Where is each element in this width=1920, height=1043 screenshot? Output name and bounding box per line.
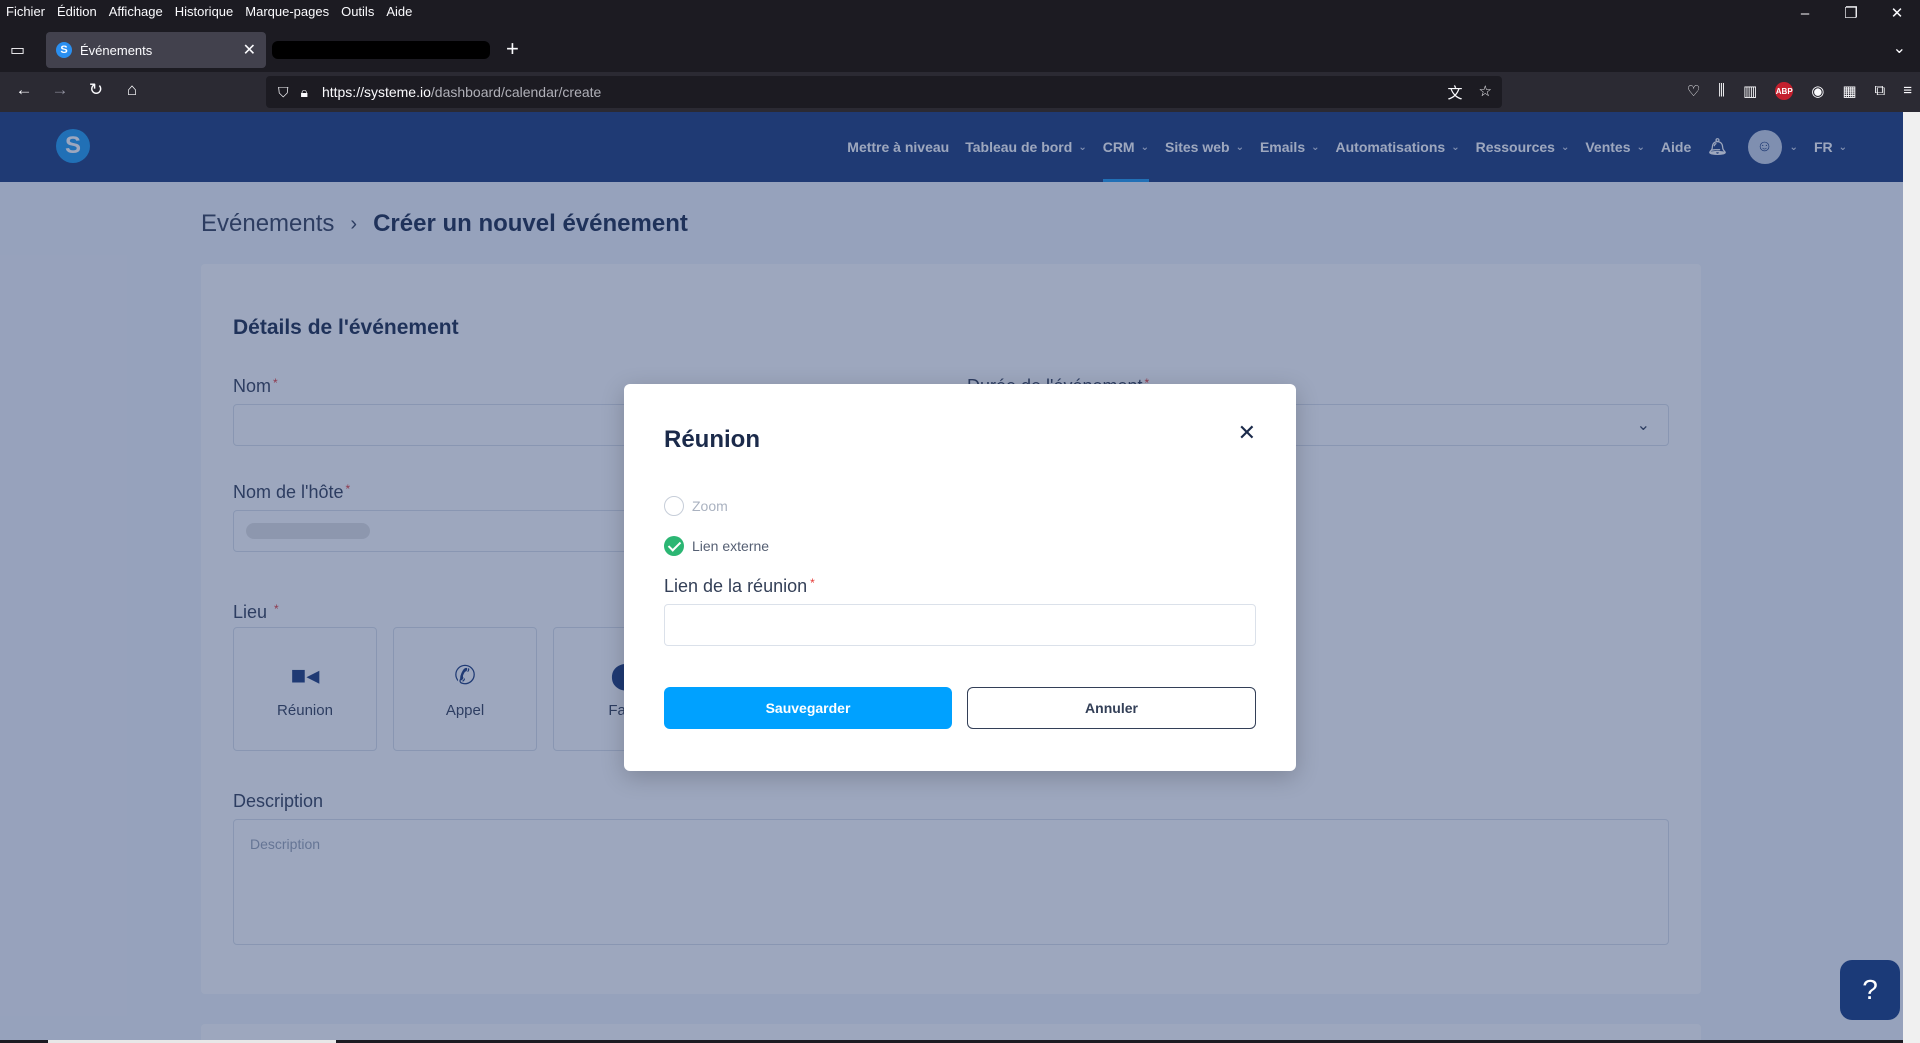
lock-icon[interactable]: 🔒︎ bbox=[301, 84, 308, 101]
url-text[interactable]: https://systeme.io/dashboard/calendar/cr… bbox=[322, 84, 601, 100]
home-icon[interactable]: ⌂ bbox=[120, 80, 144, 100]
radio-zoom[interactable]: Zoom bbox=[664, 496, 728, 516]
menu-marque-pages[interactable]: Marque-pages bbox=[245, 4, 329, 19]
translate-icon[interactable]: 文 bbox=[1448, 82, 1463, 103]
navigation-bar: ← → ↻ ⌂ ⛉ 🔒︎ https://systeme.io/dashboar… bbox=[0, 72, 1920, 112]
tab-evenements[interactable]: S Événements ✕ bbox=[46, 32, 266, 68]
container-icon[interactable]: ▦ bbox=[1842, 82, 1856, 100]
back-arrow-icon[interactable]: ← bbox=[12, 80, 36, 100]
hamburger-icon[interactable]: ≡ bbox=[1903, 82, 1912, 100]
favicon-icon: S bbox=[56, 42, 72, 58]
forward-arrow-icon[interactable]: → bbox=[48, 80, 72, 100]
sidebar-icon[interactable]: ▥ bbox=[1743, 82, 1757, 100]
redacted-tab bbox=[272, 41, 490, 59]
star-icon[interactable]: ☆ bbox=[1479, 82, 1492, 103]
menu-historique[interactable]: Historique bbox=[175, 4, 234, 19]
adblock-icon[interactable]: ABP bbox=[1775, 82, 1794, 100]
help-button[interactable]: ? bbox=[1840, 960, 1900, 1020]
chevron-down-icon[interactable]: ⌄ bbox=[1893, 38, 1906, 58]
menu-affichage[interactable]: Affichage bbox=[109, 4, 163, 19]
account-icon[interactable]: ◉ bbox=[1811, 82, 1824, 100]
tab-bar: ▭ S Événements ✕ + ⌄ bbox=[0, 28, 1920, 72]
meeting-link-input[interactable] bbox=[664, 604, 1256, 646]
shield-icon[interactable]: ⛉ bbox=[278, 84, 289, 101]
menu-edition[interactable]: Édition bbox=[57, 4, 97, 19]
pocket-icon[interactable]: ♡ bbox=[1687, 82, 1700, 100]
toolbar-right: ♡ ⫼ ▥ ABP ◉ ▦ ⧉ ≡ bbox=[1687, 82, 1912, 100]
meeting-link-label: Lien de la réunion * bbox=[664, 576, 815, 596]
modal-title: Réunion bbox=[664, 426, 760, 453]
cancel-button[interactable]: Annuler bbox=[967, 687, 1256, 729]
close-tab-icon[interactable]: ✕ bbox=[243, 40, 256, 60]
tab-list-icon[interactable]: ▭ bbox=[10, 40, 30, 60]
close-icon[interactable]: ✕ bbox=[1238, 420, 1256, 446]
menu-fichier[interactable]: Fichier bbox=[6, 4, 45, 19]
reload-icon[interactable]: ↻ bbox=[84, 80, 108, 100]
url-bar[interactable]: ⛉ 🔒︎ https://systeme.io/dashboard/calend… bbox=[266, 76, 1502, 108]
page-scrollbar[interactable] bbox=[1903, 112, 1920, 1043]
radio-circle[interactable] bbox=[664, 496, 684, 516]
restore-icon[interactable]: ❐ bbox=[1828, 0, 1874, 28]
window-controls: – ❐ ✕ bbox=[1782, 0, 1920, 28]
meeting-modal: Réunion ✕ Zoom Lien externe Lien de la r… bbox=[624, 384, 1296, 771]
menu-bar: Fichier Édition Affichage Historique Mar… bbox=[0, 0, 1920, 22]
save-button[interactable]: Sauvegarder bbox=[664, 687, 952, 729]
extensions-icon[interactable]: ⧉ bbox=[1875, 82, 1886, 100]
close-window-icon[interactable]: ✕ bbox=[1874, 0, 1920, 28]
tab-title: Événements bbox=[80, 42, 153, 58]
minimize-icon[interactable]: – bbox=[1782, 0, 1828, 28]
library-icon[interactable]: ⫼ bbox=[1718, 82, 1725, 100]
check-circle-icon[interactable] bbox=[664, 536, 684, 556]
radio-external-link[interactable]: Lien externe bbox=[664, 536, 769, 556]
menu-aide[interactable]: Aide bbox=[386, 4, 412, 19]
new-tab-icon[interactable]: + bbox=[506, 36, 519, 62]
menu-outils[interactable]: Outils bbox=[341, 4, 374, 19]
page-content: S Mettre à niveau Tableau de bord ⌄ CRM ⌄ … bbox=[0, 112, 1903, 1043]
